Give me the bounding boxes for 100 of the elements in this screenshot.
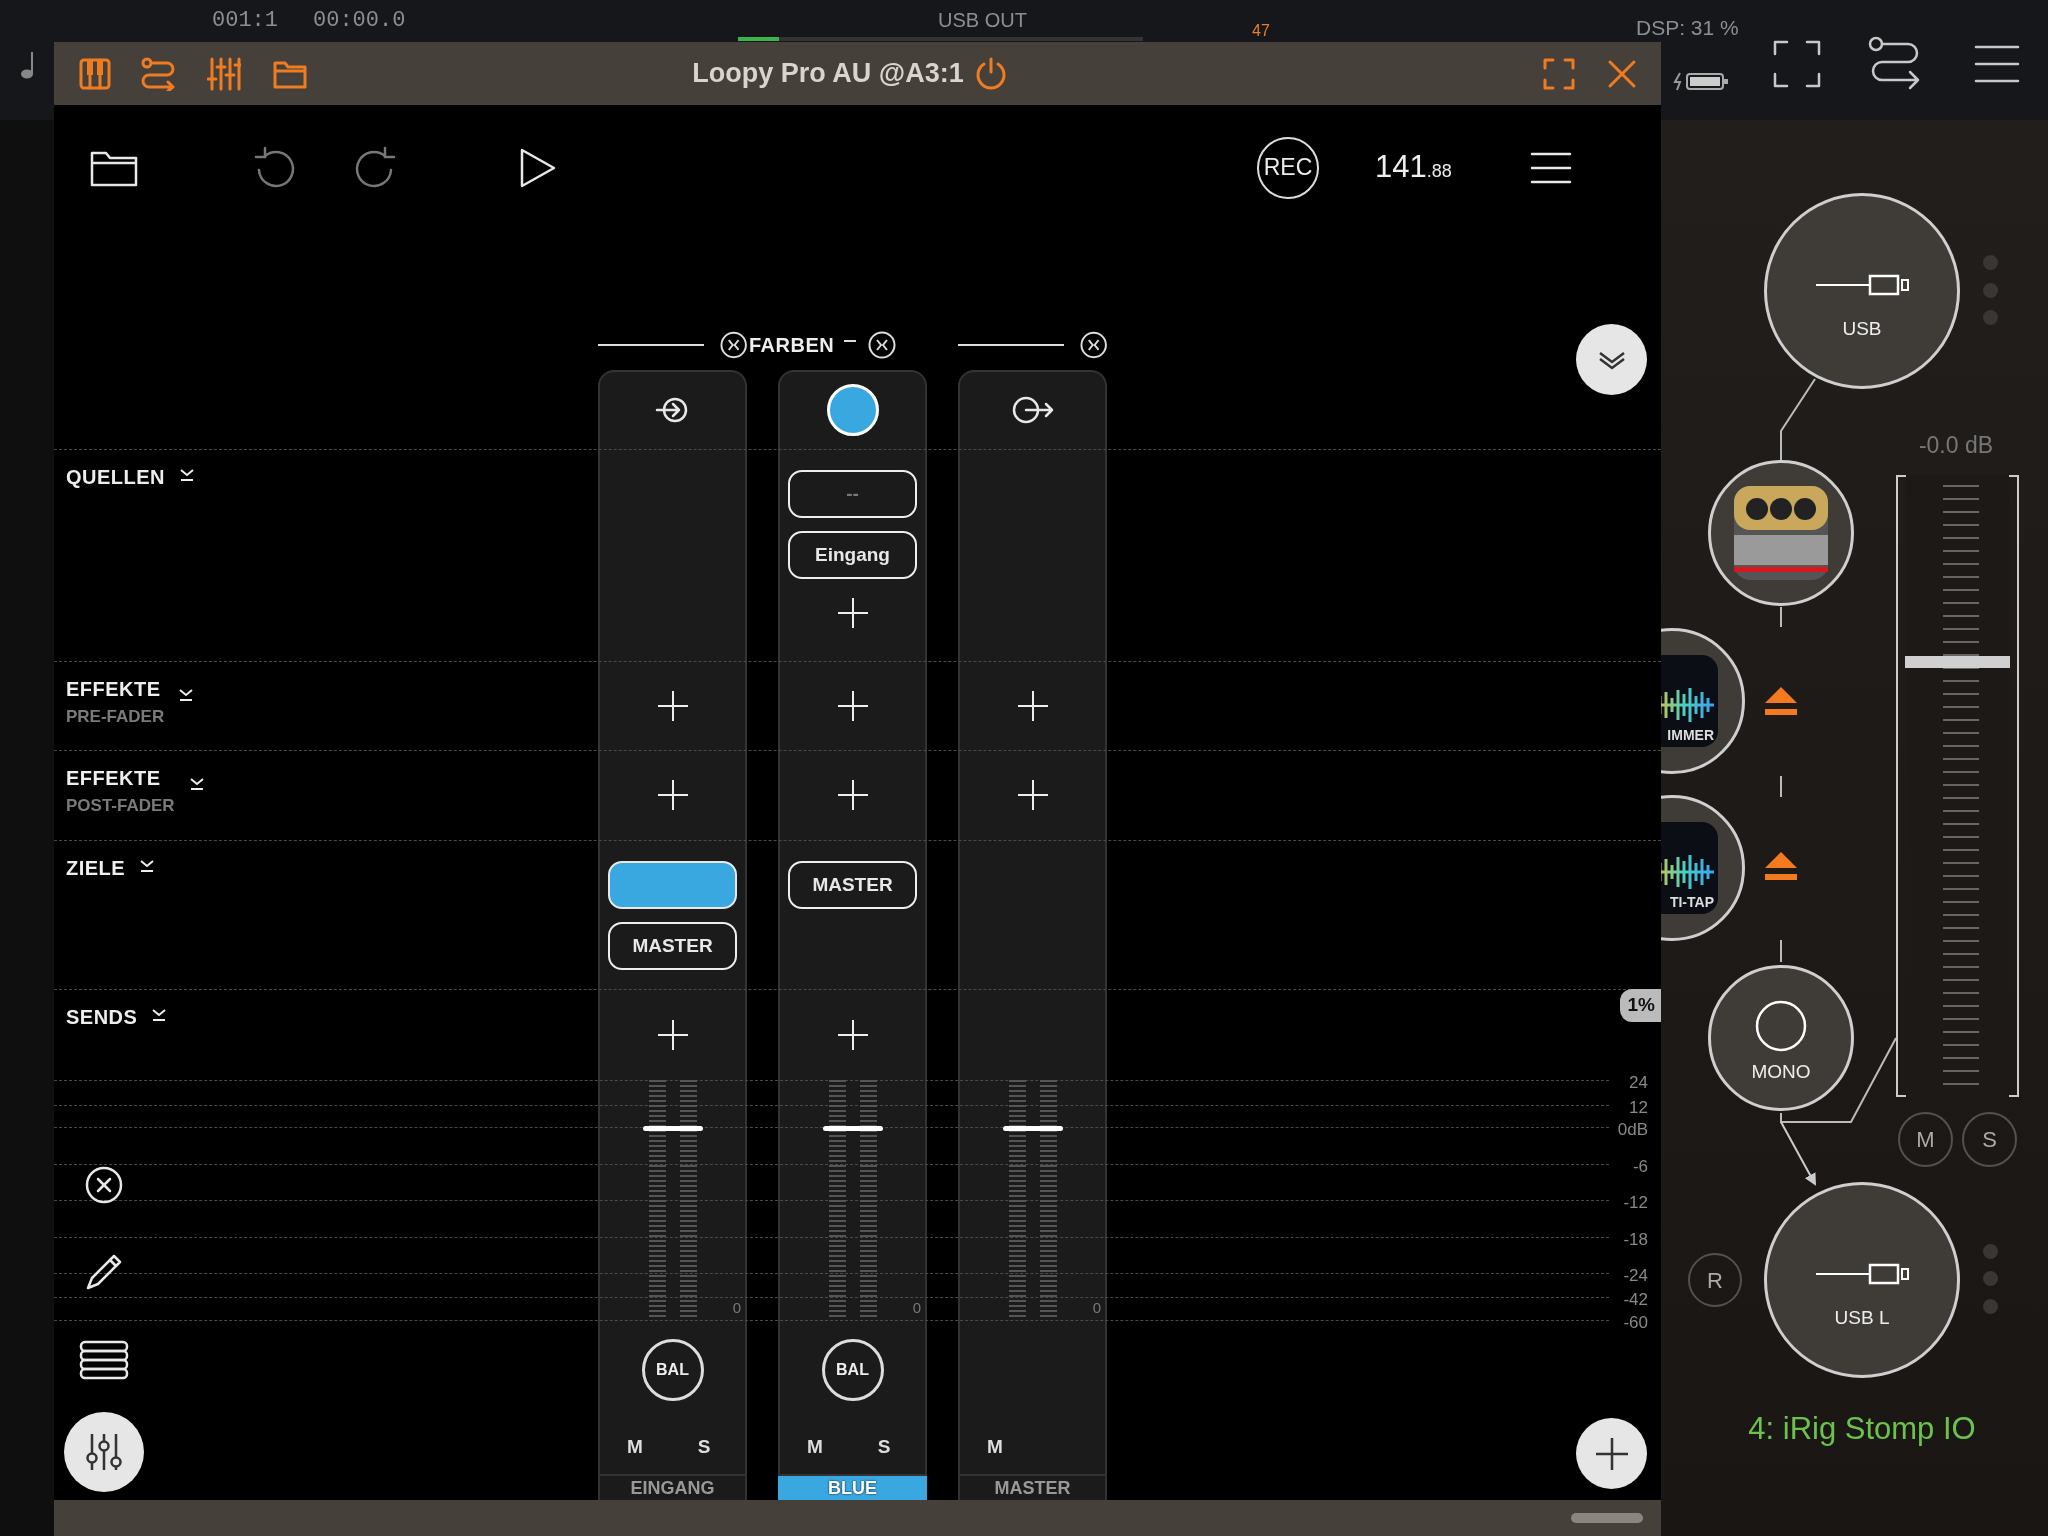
record-button[interactable]: REC: [1257, 136, 1319, 199]
add-icon[interactable]: [657, 780, 688, 810]
plugin-node[interactable]: TI-TAP: [1661, 795, 1745, 941]
output-icon[interactable]: [1010, 394, 1055, 425]
song-position: 001:1: [212, 7, 278, 35]
node-label: USB L: [1834, 1305, 1890, 1330]
solo-button[interactable]: S: [697, 1432, 711, 1462]
scale-label: -12: [1623, 1192, 1648, 1214]
plus-icon: [1595, 1437, 1628, 1470]
volume-fader[interactable]: [1896, 475, 2019, 1097]
collapse-chevron-icon[interactable]: [178, 688, 195, 702]
mute-button[interactable]: M: [987, 1432, 1003, 1462]
undo-icon[interactable]: [253, 145, 297, 190]
section-title: SENDS: [66, 1005, 138, 1030]
scale-label: -60: [1623, 1312, 1648, 1334]
add-icon[interactable]: [837, 598, 868, 628]
balance-knob[interactable]: BAL: [821, 1339, 884, 1401]
add-icon[interactable]: [1017, 780, 1048, 810]
add-icon[interactable]: [837, 780, 868, 810]
plugin-node[interactable]: IMMER: [1661, 628, 1745, 774]
eject-icon[interactable]: [1763, 850, 1799, 882]
add-icon[interactable]: [657, 1019, 688, 1050]
dsp-load: DSP: 31 %: [1636, 15, 1739, 41]
collapse-chevron-icon[interactable]: [151, 1008, 168, 1022]
waveform-icon: [1661, 855, 1714, 889]
mute-button[interactable]: M: [627, 1432, 643, 1462]
add-icon[interactable]: [837, 690, 868, 721]
sliders-icon: [84, 1432, 124, 1472]
status-dot: [1983, 310, 1998, 325]
section-title: QUELLEN: [66, 465, 166, 490]
tempo-display[interactable]: 141.88: [1375, 144, 1452, 191]
play-icon[interactable]: [519, 146, 557, 189]
collapse-chevron-icon[interactable]: [179, 468, 196, 482]
eject-icon[interactable]: [1763, 685, 1799, 717]
status-dot: [1983, 255, 1998, 270]
section-title: EFFEKTE: [66, 766, 162, 791]
mute-button[interactable]: M: [1898, 1112, 1953, 1167]
time-display: 00:00.0: [313, 7, 406, 35]
battery-icon: [1672, 70, 1730, 92]
meter-reading: 0: [732, 1300, 741, 1316]
collapse-chevron-icon[interactable]: [139, 859, 156, 873]
group-title: FARBEN: [749, 333, 835, 358]
io-node[interactable]: MONO: [1708, 965, 1854, 1111]
fader-thumb[interactable]: [1002, 1126, 1063, 1131]
window-title: Loopy Pro AU @A3:1: [692, 57, 964, 91]
route-pill[interactable]: MASTER: [608, 922, 737, 970]
io-node[interactable]: USB L: [1764, 1182, 1960, 1378]
record-button[interactable]: R: [1688, 1253, 1742, 1307]
output-label: USB OUT: [938, 8, 1027, 33]
close-icon[interactable]: [1607, 58, 1637, 89]
fullscreen-icon[interactable]: [1773, 40, 1821, 88]
menu-icon[interactable]: [1974, 44, 2020, 84]
layers-icon[interactable]: [79, 1340, 129, 1382]
status-dot: [1983, 1271, 1998, 1286]
resize-handle[interactable]: [1571, 1513, 1643, 1523]
fader-thumb[interactable]: [822, 1126, 883, 1131]
add-icon[interactable]: [837, 1019, 868, 1050]
scale-label: -6: [1632, 1156, 1648, 1178]
solo-button[interactable]: S: [1962, 1112, 2017, 1167]
circle-icon: [1755, 999, 1807, 1052]
collapse-chevron-icon[interactable]: [188, 777, 205, 791]
power-icon[interactable]: [973, 56, 1008, 91]
solo-button[interactable]: S: [877, 1432, 891, 1462]
scale-label: -18: [1623, 1229, 1648, 1251]
scale-label: -42: [1623, 1289, 1648, 1311]
mute-button[interactable]: M: [807, 1432, 823, 1462]
mixer-icon[interactable]: [207, 56, 241, 91]
connector-line: [1780, 606, 1782, 628]
device-name: 4: iRig Stomp IO: [1747, 1410, 1977, 1448]
peak-value: 47: [1252, 22, 1270, 40]
menu-icon[interactable]: [1529, 150, 1572, 185]
section-title: EFFEKTE: [66, 677, 162, 702]
section-title: ZIELE: [66, 856, 126, 881]
fader-thumb[interactable]: [642, 1126, 703, 1131]
waveform-icon: [1661, 688, 1714, 722]
balance-knob[interactable]: BAL: [641, 1339, 704, 1401]
add-icon[interactable]: [657, 690, 688, 721]
route-pill[interactable]: [608, 861, 737, 909]
section-subtitle: POST-FADER: [66, 795, 175, 817]
scale-label: -24: [1623, 1265, 1648, 1287]
node-label: MONO: [1751, 1059, 1811, 1084]
scale-label: 24: [1629, 1072, 1648, 1094]
pencil-icon[interactable]: [84, 1252, 124, 1292]
plug-icon: [1814, 1261, 1910, 1286]
io-node[interactable]: USB: [1764, 193, 1960, 389]
redo-icon[interactable]: [353, 145, 397, 190]
close-circle-icon[interactable]: [85, 1166, 123, 1204]
section-subtitle: PRE-FADER: [66, 706, 165, 728]
fader-thumb[interactable]: [1905, 656, 2010, 669]
add-icon[interactable]: [1017, 690, 1048, 721]
node-label: USB: [1842, 316, 1882, 341]
route-pill[interactable]: MASTER: [788, 861, 917, 909]
connector-line: [1780, 775, 1782, 798]
scale-label: 0dB: [1617, 1119, 1648, 1141]
keyboard-icon[interactable]: [79, 57, 111, 90]
meter-reading: 0: [1092, 1300, 1101, 1316]
meter-reading: 0: [912, 1300, 921, 1316]
plugin-label: TI-TAP: [1669, 895, 1714, 910]
gain-readout: -0.0 dB: [1917, 431, 1995, 460]
route-pill[interactable]: Eingang: [788, 531, 917, 579]
